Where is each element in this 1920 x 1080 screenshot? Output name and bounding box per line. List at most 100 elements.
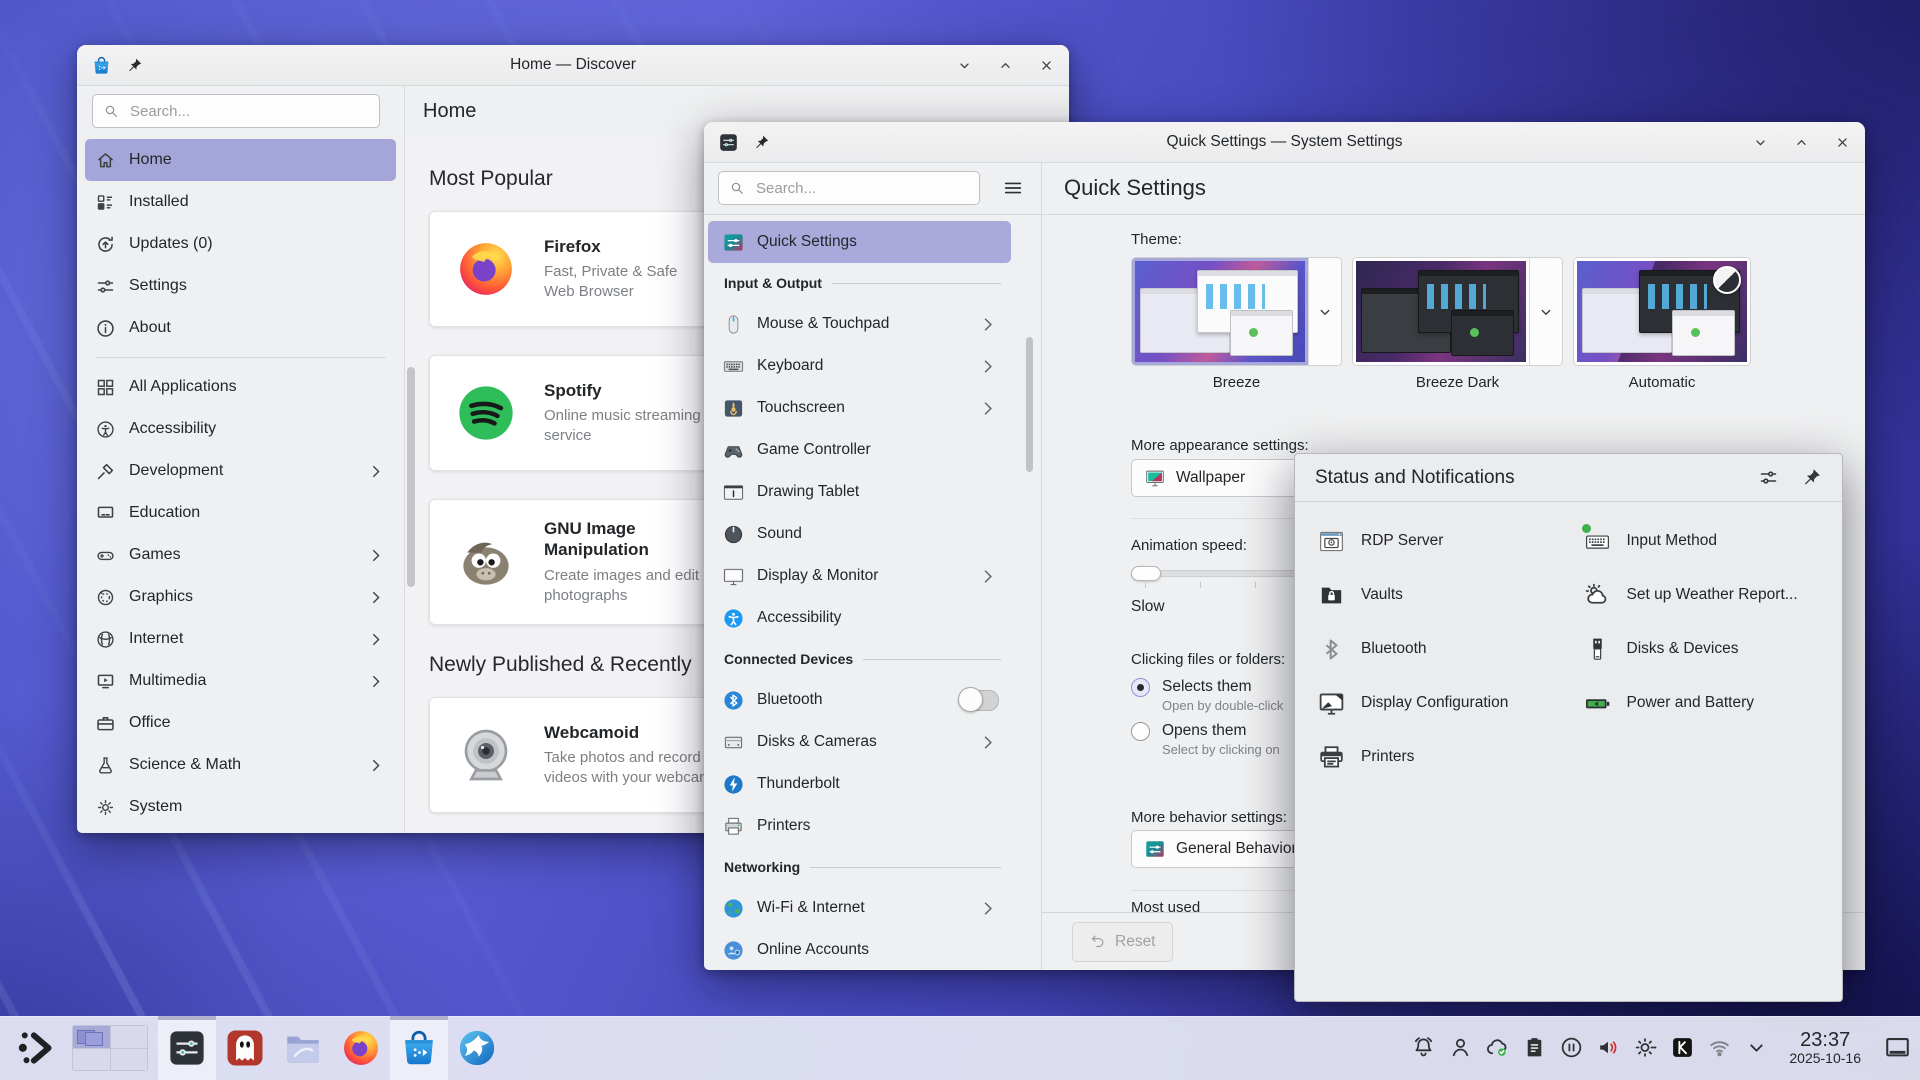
k-app-icon[interactable] (1670, 1035, 1695, 1060)
settings-nav-online-accounts[interactable]: Online Accounts (708, 929, 1011, 971)
virtual-desktop-pager[interactable] (72, 1025, 148, 1071)
theme-thumbnail[interactable] (1132, 258, 1308, 365)
chevdown-icon (1537, 303, 1555, 321)
discover-nav-graphics[interactable]: Graphics (85, 576, 396, 618)
ghostwriter-task[interactable] (216, 1016, 274, 1080)
discover-nav-home[interactable]: Home (85, 139, 396, 181)
cloud-sync-icon[interactable] (1485, 1035, 1510, 1060)
notifications-icon[interactable] (1411, 1035, 1436, 1060)
settings-nav-display-monitor[interactable]: Display & Monitor (708, 555, 1011, 597)
popup-item-set-up-weather-report[interactable]: Set up Weather Report... (1569, 568, 1835, 622)
settings-nav-sound[interactable]: Sound (708, 513, 1011, 555)
settings-nav-quick-settings[interactable]: Quick Settings (708, 221, 1011, 263)
app-launcher[interactable] (12, 1016, 62, 1080)
popup-item-rdp-server[interactable]: RDP Server (1303, 514, 1569, 568)
settings-nav-printers[interactable]: Printers (708, 805, 1011, 847)
discover-nav-system[interactable]: System (85, 786, 396, 828)
minimize-button[interactable] (1752, 134, 1769, 151)
hammer-icon (95, 461, 116, 482)
radio-button[interactable] (1131, 678, 1150, 697)
popup-item-disks-devices[interactable]: Disks & Devices (1569, 622, 1835, 676)
discover-nav-updates-0[interactable]: Updates (0) (85, 223, 396, 265)
show-desktop-button[interactable] (1883, 1033, 1912, 1062)
close-button[interactable] (1038, 57, 1055, 74)
settings-nav-disks-cameras[interactable]: Disks & Cameras (708, 721, 1011, 763)
dolphin-task[interactable] (274, 1016, 332, 1080)
settings-nav-drawing-tablet[interactable]: Drawing Tablet (708, 471, 1011, 513)
media-player-icon[interactable] (1559, 1035, 1584, 1060)
pin-icon[interactable] (753, 134, 770, 151)
discover-task[interactable] (390, 1016, 448, 1080)
sound-icon (722, 523, 745, 546)
discover-nav-office[interactable]: Office (85, 702, 396, 744)
discover-search[interactable] (92, 94, 380, 128)
settings-nav-keyboard[interactable]: Keyboard (708, 345, 1011, 387)
keyboardc-icon (722, 355, 745, 378)
settings-nav-wi-fi-internet[interactable]: Wi-Fi & Internet (708, 887, 1011, 929)
discover-nav-science-math[interactable]: Science & Math (85, 744, 396, 786)
network-wifi-icon[interactable] (1707, 1035, 1732, 1060)
bluetooth-toggle[interactable] (959, 690, 999, 711)
discover-nav-settings[interactable]: Settings (85, 265, 396, 307)
theme-option-breeze[interactable]: Breeze (1131, 257, 1342, 392)
clipboard-icon[interactable] (1522, 1035, 1547, 1060)
radio-button[interactable] (1131, 722, 1150, 741)
search-input[interactable] (754, 179, 969, 198)
discover-nav-education[interactable]: Education (85, 492, 396, 534)
popup-item-input-method[interactable]: Input Method (1569, 514, 1835, 568)
pin-icon[interactable] (126, 57, 143, 74)
discover-nav-about[interactable]: About (85, 307, 396, 349)
brightness-icon[interactable] (1633, 1035, 1658, 1060)
popup-item-bluetooth[interactable]: Bluetooth (1303, 622, 1569, 676)
sidebar-scrollbar[interactable] (1026, 337, 1033, 472)
sidebar-section-connected-devices: Connected Devices (708, 639, 1011, 679)
reset-button[interactable]: Reset (1072, 922, 1173, 962)
pin-icon[interactable] (1801, 467, 1822, 488)
popup-item-power-and-battery[interactable]: Power and Battery (1569, 676, 1835, 730)
settings-nav-bluetooth[interactable]: Bluetooth (708, 679, 1011, 721)
firefox-task[interactable] (332, 1016, 390, 1080)
discover-nav-internet[interactable]: Internet (85, 618, 396, 660)
discover-nav-accessibility[interactable]: Accessibility (85, 408, 396, 450)
configure-icon[interactable] (1758, 467, 1779, 488)
maximize-button[interactable] (997, 57, 1014, 74)
popup-item-display-configuration[interactable]: Display Configuration (1303, 676, 1569, 730)
gimp-icon (454, 530, 518, 594)
discover-titlebar[interactable]: Home — Discover (77, 45, 1069, 86)
close-button[interactable] (1834, 134, 1851, 151)
launcher-icon (16, 1027, 58, 1069)
discover-nav-development[interactable]: Development (85, 450, 396, 492)
theme-thumbnail[interactable] (1574, 258, 1750, 365)
settings-nav-game-controller[interactable]: Game Controller (708, 429, 1011, 471)
wifiglobe-icon (722, 897, 745, 920)
theme-variant-dropdown[interactable] (1529, 258, 1562, 365)
settings-nav-mouse-touchpad[interactable]: Mouse & Touchpad (708, 303, 1011, 345)
popup-item-vaults[interactable]: Vaults (1303, 568, 1569, 622)
popup-item-printers[interactable]: Printers (1303, 730, 1569, 784)
discover-nav-multimedia[interactable]: Multimedia (85, 660, 396, 702)
settings-nav-accessibility[interactable]: Accessibility (708, 597, 1011, 639)
settings-titlebar[interactable]: Quick Settings — System Settings (704, 122, 1865, 163)
falkon-task[interactable] (448, 1016, 506, 1080)
maximize-button[interactable] (1793, 134, 1810, 151)
discover-nav-all-applications[interactable]: All Applications (85, 366, 396, 408)
expand-tray-icon[interactable] (1744, 1035, 1769, 1060)
user-indicator-icon[interactable] (1448, 1035, 1473, 1060)
settings-nav-touchscreen[interactable]: Touchscreen (708, 387, 1011, 429)
theme-thumbnail[interactable] (1353, 258, 1529, 365)
discover-nav-games[interactable]: Games (85, 534, 396, 576)
theme-option-automatic[interactable]: Automatic (1573, 257, 1751, 392)
settings-search[interactable] (718, 171, 980, 205)
theme-option-breeze-dark[interactable]: Breeze Dark (1352, 257, 1563, 392)
slider-handle[interactable] (1131, 566, 1161, 581)
menu-button[interactable] (994, 171, 1032, 205)
digital-clock[interactable]: 23:37 2025-10-16 (1789, 1029, 1861, 1066)
system-settings-task[interactable] (158, 1016, 216, 1080)
theme-variant-dropdown[interactable] (1308, 258, 1341, 365)
audio-volume-icon[interactable] (1596, 1035, 1621, 1060)
settings-nav-thunderbolt[interactable]: Thunderbolt (708, 763, 1011, 805)
discover-nav-installed[interactable]: Installed (85, 181, 396, 223)
search-input[interactable] (128, 102, 369, 121)
minimize-button[interactable] (956, 57, 973, 74)
scrollbar[interactable] (407, 367, 415, 587)
